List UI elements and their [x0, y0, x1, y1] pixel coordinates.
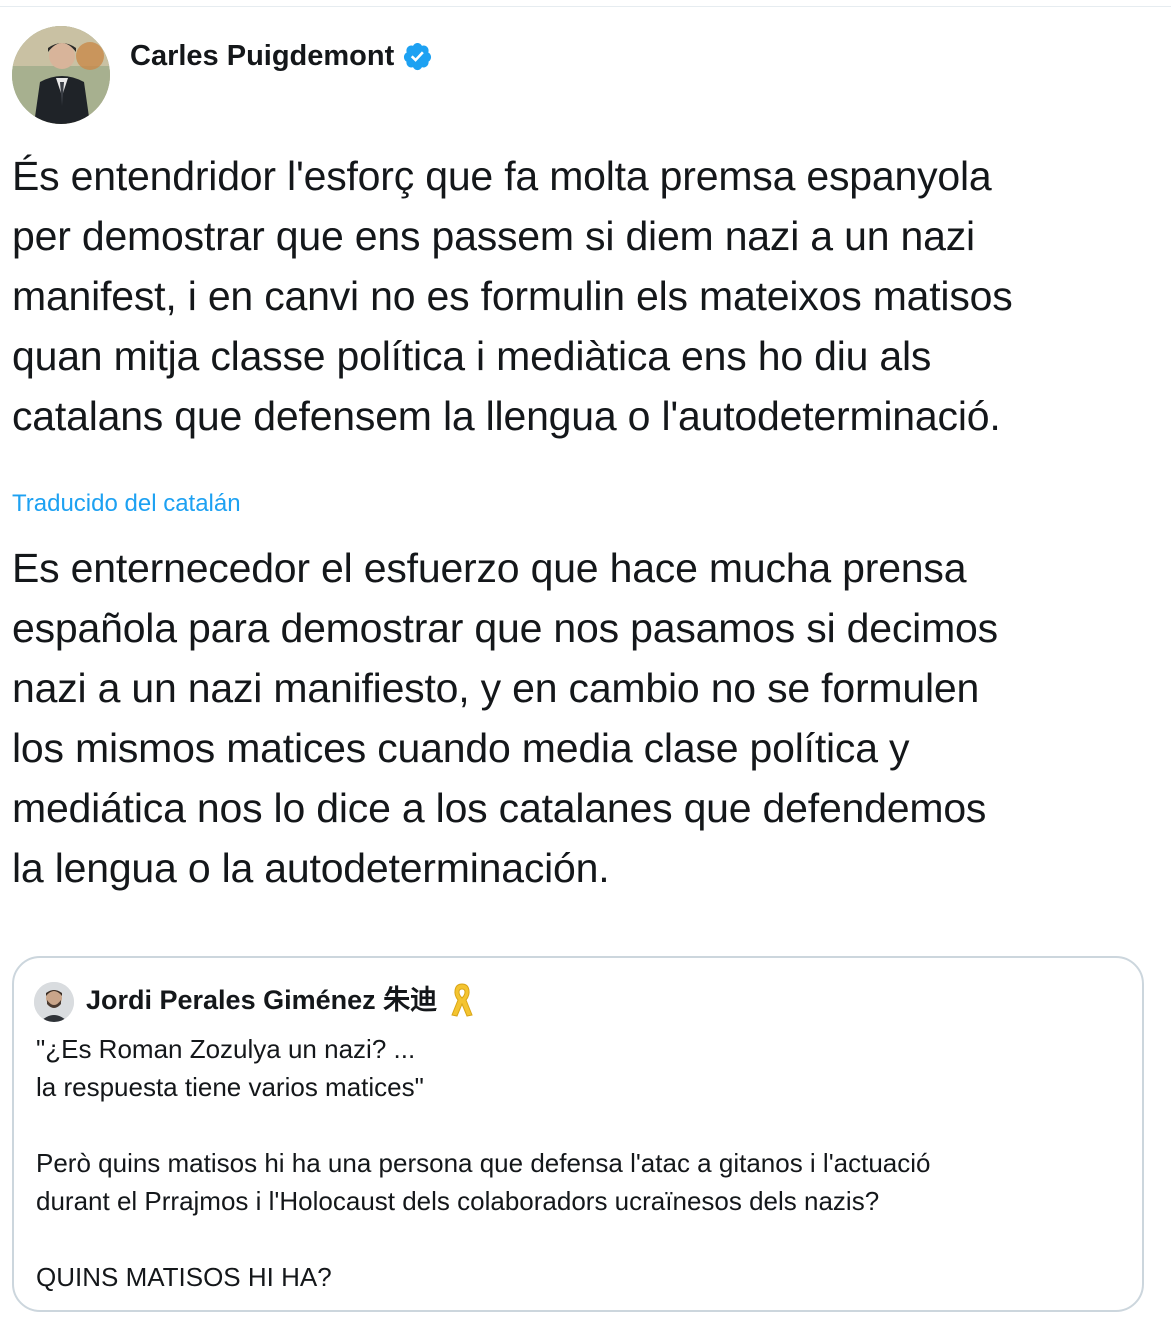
- verified-badge-icon: [402, 41, 433, 72]
- yellow-ribbon-icon: [449, 982, 475, 1018]
- quoted-author-avatar: [34, 982, 74, 1022]
- top-divider: [0, 6, 1171, 7]
- tweet-text: És entendridor l'esforç que fa molta pre…: [12, 153, 1013, 439]
- tweet-translation: Es enternecedor el esfuerzo que hace muc…: [12, 545, 998, 891]
- quoted-tweet-card[interactable]: Jordi Perales Giménez 朱迪 "¿Es Roman Zozu…: [12, 956, 1144, 1312]
- quoted-avatar-photo: [34, 982, 74, 1022]
- avatar-photo: [12, 26, 110, 124]
- author-name-label: Carles Puigdemont: [130, 40, 395, 72]
- quoted-author-name[interactable]: Jordi Perales Giménez 朱迪: [86, 980, 475, 1020]
- translated-from-label[interactable]: Traducido del catalán: [12, 488, 241, 520]
- author-avatar[interactable]: [12, 26, 110, 124]
- quoted-tweet-text: "¿Es Roman Zozulya un nazi? ... la respu…: [36, 1034, 931, 1292]
- quoted-author-name-label: Jordi Perales Giménez 朱迪: [86, 985, 438, 1015]
- author-name[interactable]: Carles Puigdemont: [130, 36, 433, 76]
